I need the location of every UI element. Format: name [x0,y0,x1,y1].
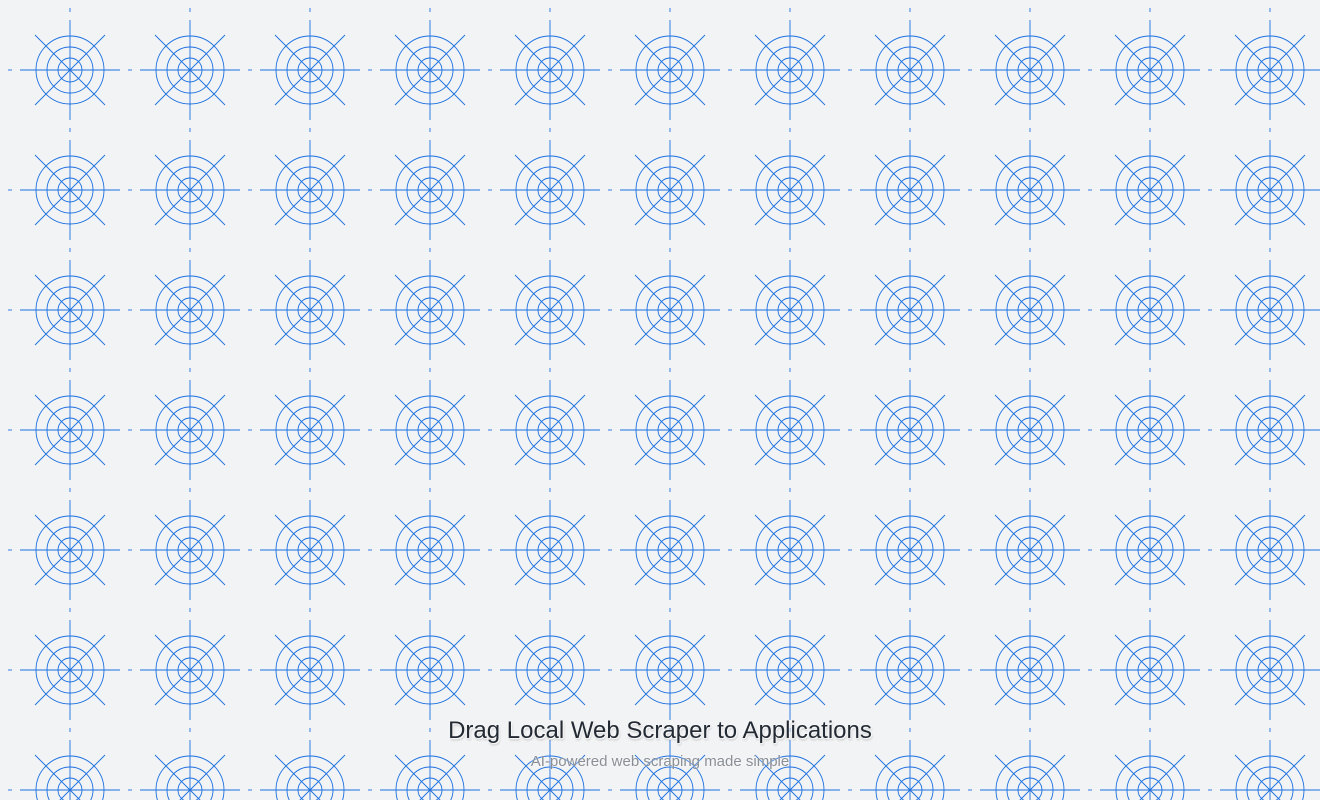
caption: Drag Local Web Scraper to Applications A… [0,712,1320,774]
page-subtitle: AI-powered web scraping made simple [530,753,790,770]
background-pattern [0,0,1320,800]
installer-window: Drag Local Web Scraper to Applications A… [0,0,1320,800]
web-target-icon-grid [0,0,1320,800]
page-title: Drag Local Web Scraper to Applications [448,717,872,744]
